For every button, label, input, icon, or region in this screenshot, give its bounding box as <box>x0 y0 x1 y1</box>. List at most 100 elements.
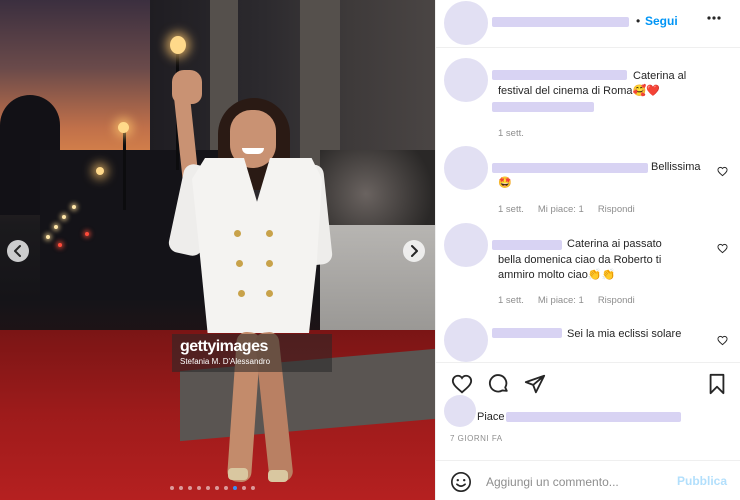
waving-hand <box>172 70 202 104</box>
comment-likes-count[interactable]: Mi piace: 1 <box>538 204 584 215</box>
save-button[interactable] <box>706 373 728 395</box>
more-options-button[interactable] <box>706 10 722 29</box>
heart-outline-icon <box>717 166 728 177</box>
carousel-dot <box>170 486 174 490</box>
city-light <box>72 205 76 209</box>
comment-text: ammiro molto ciao👏👏 <box>498 269 616 281</box>
comment-meta: 1 sett. Mi piace: 1 Rispondi <box>498 204 635 215</box>
shoe <box>268 470 288 482</box>
street-lamp-post <box>123 130 126 210</box>
comment-text: 🤩 <box>498 177 512 189</box>
carousel-dot <box>179 486 183 490</box>
comment-likes-count[interactable]: Mi piace: 1 <box>538 295 584 306</box>
redacted-username[interactable] <box>492 17 629 27</box>
street-lamp <box>170 36 186 54</box>
post-date[interactable]: 7 GIORNI FA <box>450 434 503 443</box>
carousel-dot <box>251 486 255 490</box>
heart-outline-icon <box>717 335 728 346</box>
city-light <box>46 235 50 239</box>
comment-text: Sei la mia eclissi solare <box>567 328 682 340</box>
commenter-avatar[interactable] <box>444 146 488 190</box>
comment-button[interactable] <box>488 373 510 395</box>
comment-time[interactable]: 1 sett. <box>498 204 524 215</box>
post-header: • Segui <box>436 0 740 48</box>
smile <box>242 148 264 154</box>
post-photo[interactable]: gettyimages Stefania M. D'Alessandro <box>0 0 435 500</box>
chevron-right-icon <box>411 245 418 257</box>
comment-like-button[interactable] <box>717 335 728 346</box>
carousel-dot <box>224 486 228 490</box>
comment-like-button[interactable] <box>717 166 728 177</box>
follow-button[interactable]: Segui <box>645 14 678 28</box>
emoji-icon <box>451 472 471 492</box>
publish-button[interactable]: Pubblica <box>677 474 727 488</box>
watermark-brand: gettyimages <box>180 338 268 355</box>
redacted-mention[interactable] <box>492 102 594 112</box>
carousel-dot <box>206 486 210 490</box>
commenter-avatar[interactable] <box>444 318 488 362</box>
chevron-left-icon <box>14 245 21 257</box>
commenter-avatar[interactable] <box>444 223 488 267</box>
redacted-username[interactable] <box>492 240 562 250</box>
carousel-dots <box>170 486 270 492</box>
redacted-username[interactable] <box>492 70 627 80</box>
comment-text: Caterina ai passato <box>567 238 662 250</box>
carousel-dot <box>242 486 246 490</box>
heart-outline-icon <box>717 243 728 254</box>
carousel-dot <box>197 486 201 490</box>
jacket-button <box>236 260 243 267</box>
shoe <box>228 468 248 480</box>
bookmark-icon <box>709 373 725 395</box>
carousel-next-button[interactable] <box>403 240 425 262</box>
comment-input[interactable] <box>486 473 666 491</box>
comment-time[interactable]: 1 sett. <box>498 295 524 306</box>
comment-meta: 1 sett. Mi piace: 1 Rispondi <box>498 295 635 306</box>
carousel-dot <box>215 486 219 490</box>
likes-row: Piace <box>436 395 740 427</box>
jacket-button <box>266 260 273 267</box>
jacket-button <box>234 230 241 237</box>
redacted-username[interactable] <box>492 328 562 338</box>
jacket-button <box>266 290 273 297</box>
redacted-username[interactable] <box>492 163 648 173</box>
getty-watermark: gettyimages Stefania M. D'Alessandro <box>172 334 332 372</box>
post-side-panel: • Segui Caterina al festival del cinema … <box>435 0 740 500</box>
traffic-light <box>58 243 62 247</box>
add-comment-bar: Pubblica <box>436 460 740 500</box>
carousel-dot <box>188 486 192 490</box>
comment-like-button[interactable] <box>717 243 728 254</box>
carousel-prev-button[interactable] <box>7 240 29 262</box>
watermark-credit: Stefania M. D'Alessandro <box>180 357 271 366</box>
likes-text[interactable]: Piace <box>477 411 505 423</box>
redacted-likers[interactable] <box>506 412 681 422</box>
carousel-dot <box>233 486 237 490</box>
post-action-bar <box>436 363 740 403</box>
emoji-button[interactable] <box>450 471 472 493</box>
paper-plane-icon <box>524 374 546 394</box>
comment-time[interactable]: 1 sett. <box>498 128 524 139</box>
comment-text: Caterina al <box>633 70 687 82</box>
street-lamp <box>118 122 129 133</box>
jacket-button <box>238 290 245 297</box>
comment-text: bella domenica ciao da Roberto ti <box>498 254 662 266</box>
reply-button[interactable]: Rispondi <box>598 204 635 215</box>
like-button[interactable] <box>451 373 473 395</box>
comment-bubble-icon <box>488 374 508 393</box>
city-light <box>62 215 66 219</box>
share-button[interactable] <box>524 373 546 395</box>
comment-meta: 1 sett. <box>498 128 524 139</box>
woman-figure <box>167 70 340 500</box>
reply-button[interactable]: Rispondi <box>598 295 635 306</box>
heart-icon <box>451 374 473 394</box>
street-lamp <box>96 167 104 175</box>
comment-text: festival del cinema di Roma🥰❤️ <box>498 85 660 97</box>
liker-avatar[interactable] <box>444 395 476 427</box>
author-avatar[interactable] <box>444 1 488 45</box>
commenter-avatar[interactable] <box>444 58 488 102</box>
jacket-button <box>266 230 273 237</box>
comment-text: Bellissima <box>651 161 701 173</box>
more-dots-icon <box>707 16 721 20</box>
traffic-light <box>85 232 89 236</box>
separator-dot: • <box>636 14 641 28</box>
city-light <box>54 225 58 229</box>
